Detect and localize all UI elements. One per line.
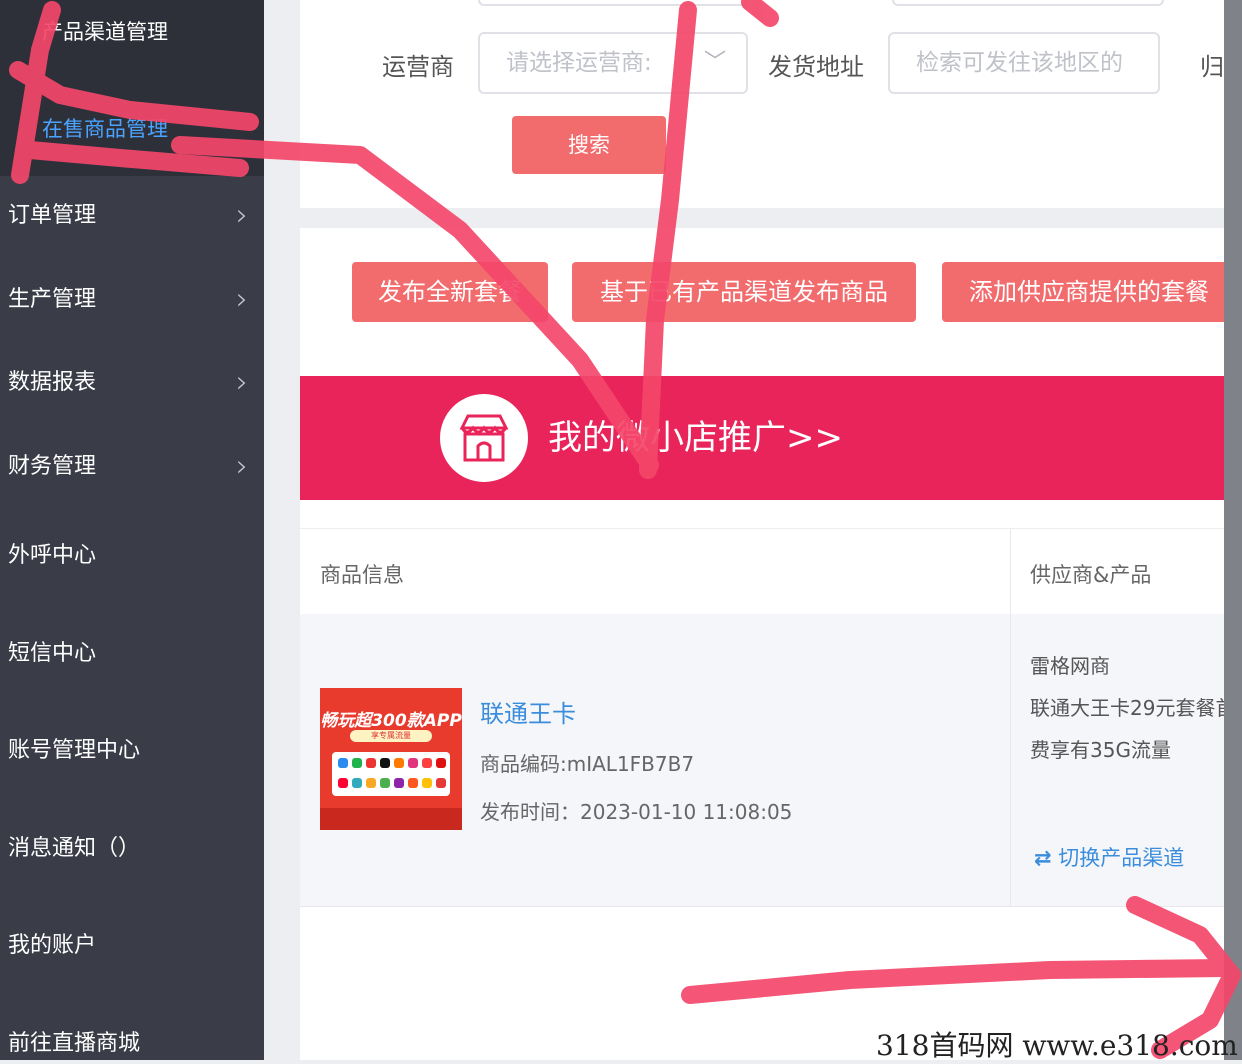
supplier-product-desc: 费享有35G流量 (1030, 738, 1171, 762)
search-button[interactable]: 搜索 (512, 116, 666, 174)
app-icons-grid (332, 752, 450, 796)
table-header: 商品信息 供应商&产品 (300, 528, 1242, 616)
column-divider (1010, 614, 1011, 906)
swap-icon: ⇄ (1034, 846, 1052, 870)
sidebar-item-call-center[interactable]: 外呼中心 (0, 536, 264, 576)
promo-banner[interactable]: 我的微小店推广>> (300, 376, 1242, 500)
product-panel: 发布全新套餐 基于已有产品渠道发布商品 添加供应商提供的套餐 我的微小店推广>>… (300, 228, 1242, 1060)
sidebar-item-label: 消息通知（） (8, 836, 141, 861)
window-edge (1224, 0, 1242, 1060)
sidebar-item-label: 生产管理 (8, 287, 97, 312)
sidebar-item-notifications[interactable]: 消息通知（） (0, 829, 264, 869)
banner-text: 我的微小店推广>> (548, 418, 843, 458)
sidebar-item-orders[interactable]: 订单管理 › (0, 196, 264, 236)
supplier-name: 雷格网商 (1030, 654, 1110, 678)
add-supplier-package-button[interactable]: 添加供应商提供的套餐 (942, 262, 1236, 322)
chevron-right-icon: › (236, 365, 248, 400)
product-title-link[interactable]: 联通王卡 (480, 694, 576, 729)
store-icon (440, 394, 528, 482)
product-code: 商品编码:mIAL1FB7B7 (480, 752, 695, 776)
chevron-right-icon: › (236, 198, 248, 233)
sidebar-item-account-center[interactable]: 账号管理中心 (0, 731, 264, 771)
previous-filter-field[interactable] (478, 0, 748, 6)
switch-channel-link[interactable]: ⇄ 切换产品渠道 (1034, 842, 1184, 872)
sidebar-item-label: 我的账户 (8, 933, 97, 958)
sidebar-item-label: 短信中心 (8, 641, 97, 666)
sidebar-item-my-account[interactable]: 我的账户 (0, 926, 264, 966)
sidebar-item-live-mall[interactable]: 前往直播商城 (0, 1024, 264, 1064)
sidebar-item-label: 账号管理中心 (8, 738, 141, 763)
sidebar-item-label: 数据报表 (8, 370, 97, 395)
search-panel: 运营商 请选择运营商: ﹀ 发货地址 检索可发往该地区的 归属 搜索 (300, 0, 1242, 208)
sidebar-item-label: 前往直播商城 (8, 1031, 141, 1056)
ship-address-input[interactable]: 检索可发往该地区的 (888, 32, 1160, 94)
sidebar-submenu: 产品渠道管理 在售商品管理 (0, 0, 264, 176)
ship-address-placeholder: 检索可发往该地区的 (916, 50, 1123, 76)
watermark: 318首码网 www.e318.com (876, 1029, 1238, 1062)
thumbnail-subline: 享专属流量 (350, 730, 432, 742)
switch-channel-label: 切换产品渠道 (1058, 846, 1185, 870)
publish-from-channel-button[interactable]: 基于已有产品渠道发布商品 (572, 262, 916, 322)
sidebar-item-label: 外呼中心 (8, 543, 97, 568)
previous-filter-field[interactable] (892, 0, 1164, 6)
sidebar-item-label: 订单管理 (8, 203, 97, 228)
table-row: 畅玩超300款APP 享专属流量 联通王卡 商品编码:mIAL1FB7B7 发布… (300, 614, 1242, 907)
thumbnail-headline: 畅玩超300款APP (320, 711, 462, 731)
sidebar-item-production[interactable]: 生产管理 › (0, 280, 264, 320)
ship-address-label: 发货地址 (768, 53, 864, 81)
chevron-right-icon: › (236, 282, 248, 317)
sidebar-item-sms-center[interactable]: 短信中心 (0, 634, 264, 674)
publish-new-package-button[interactable]: 发布全新套餐 (352, 262, 548, 322)
sidebar-item-label: 财务管理 (8, 454, 97, 479)
thumbnail-footer (320, 808, 462, 830)
sidebar-item-finance[interactable]: 财务管理 › (0, 447, 264, 487)
chevron-right-icon: › (236, 449, 248, 484)
column-header-product: 商品信息 (320, 563, 404, 587)
sidebar-item-reports[interactable]: 数据报表 › (0, 363, 264, 403)
operator-placeholder: 请选择运营商: (506, 50, 652, 76)
operator-select[interactable]: 请选择运营商: ﹀ (478, 32, 748, 94)
supplier-product-desc: 联通大王卡29元套餐首 (1030, 696, 1236, 720)
main-content: 运营商 请选择运营商: ﹀ 发货地址 检索可发往该地区的 归属 搜索 发布全新套… (264, 0, 1242, 1060)
operator-label: 运营商 (382, 53, 454, 81)
publish-time: 发布时间：2023-01-10 11:08:05 (480, 800, 793, 824)
chevron-down-icon: ﹀ (703, 50, 726, 75)
column-header-supplier: 供应商&产品 (1030, 563, 1152, 587)
sidebar: 产品渠道管理 在售商品管理 订单管理 › 生产管理 › 数据报表 › 财务管理 … (0, 0, 264, 1060)
product-thumbnail[interactable]: 畅玩超300款APP 享专属流量 (320, 688, 462, 830)
column-divider (1010, 529, 1011, 615)
